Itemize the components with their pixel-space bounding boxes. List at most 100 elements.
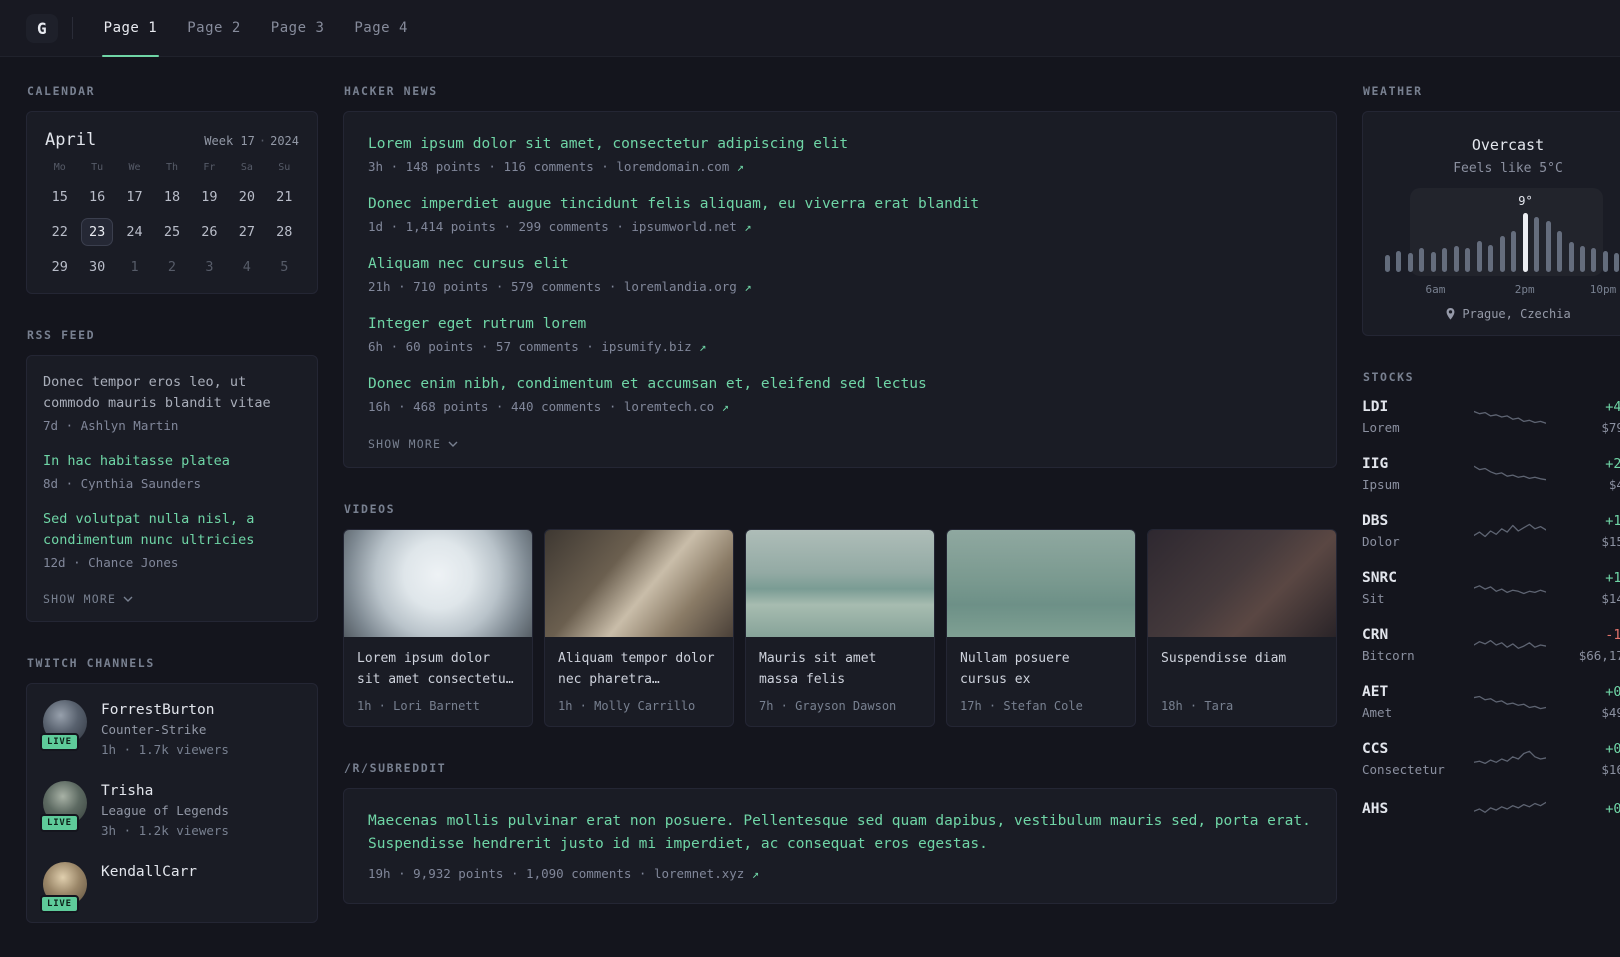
calendar-week-year: Week 17 · 2024 (204, 134, 299, 148)
stock-ticker: AHS (1362, 800, 1389, 817)
stock-row[interactable]: CCS Consectetur +0.51% $165.84 (1362, 739, 1620, 779)
weather-bar (1465, 248, 1471, 272)
twitch-channel[interactable]: LIVE KendallCarr (40, 862, 301, 913)
stock-price: $42.04 (1608, 477, 1620, 492)
weather-bar (1396, 251, 1402, 272)
rss-item-link[interactable]: Donec tempor eros leo, ut commodo mauris… (43, 372, 301, 414)
stock-price: $795.18 (1601, 420, 1620, 435)
video-title-link[interactable]: Aliquam tempor dolor nec pharetra… (558, 648, 720, 690)
calendar-day[interactable]: 27 (231, 218, 262, 246)
stock-row[interactable]: CRN Bitcorn -1.00% $66,171.48 (1362, 625, 1620, 665)
tab-page-2[interactable]: Page 2 (172, 0, 256, 56)
channel-name-link[interactable]: ForrestBurton (101, 700, 229, 720)
hn-meta-text: 16h · 468 points · 440 comments · (368, 399, 617, 414)
stock-row[interactable]: LDI Lorem +4.35% $795.18 (1362, 397, 1620, 437)
calendar-day[interactable]: 3 (194, 253, 225, 281)
hn-domain-link[interactable]: loremtech.co ↗ (624, 399, 729, 414)
tab-page-4[interactable]: Page 4 (339, 0, 423, 56)
hn-story-link[interactable]: Aliquam nec cursus elit (368, 253, 1312, 275)
video-thumbnail[interactable] (545, 530, 733, 637)
calendar-day[interactable]: 20 (231, 183, 262, 211)
weather-location[interactable]: Prague, Czechia (1379, 307, 1620, 321)
weather-bar (1442, 248, 1448, 272)
calendar-day[interactable]: 4 (231, 253, 262, 281)
channel-name-link[interactable]: Trisha (101, 781, 229, 801)
hn-story-link[interactable]: Donec imperdiet augue tincidunt felis al… (368, 193, 1312, 215)
video-title-link[interactable]: Nullam posuere cursus ex (960, 648, 1122, 690)
calendar-day[interactable]: 18 (156, 183, 187, 211)
hn-meta: 3h · 148 points · 116 comments · loremdo… (368, 158, 1312, 176)
calendar-day[interactable]: 30 (81, 253, 112, 281)
weather-bar (1476, 241, 1482, 272)
app-logo[interactable]: G (26, 13, 58, 43)
calendar-day[interactable]: 22 (44, 218, 75, 246)
hn-item: Lorem ipsum dolor sit amet, consectetur … (368, 133, 1312, 176)
calendar-day[interactable]: 21 (269, 183, 300, 211)
video-thumbnail[interactable] (1148, 530, 1336, 637)
calendar-day[interactable]: 16 (81, 183, 112, 211)
stock-sparkline (1458, 461, 1562, 487)
calendar-day[interactable]: 17 (119, 183, 150, 211)
rss-item-meta: 8d · Cynthia Saunders (43, 476, 202, 491)
rss-item-link[interactable]: In hac habitasse platea (43, 451, 301, 472)
weather-section-title: WEATHER (1363, 84, 1423, 98)
reddit-post-link[interactable]: Maecenas mollis pulvinar erat non posuer… (368, 810, 1312, 856)
stock-sparkline (1458, 746, 1562, 772)
calendar-day[interactable]: 5 (269, 253, 300, 281)
stock-row[interactable]: AET Amet +0.92% $499.72 (1362, 682, 1620, 722)
calendar-day[interactable]: 2 (156, 253, 187, 281)
weather-bar (1568, 242, 1574, 272)
channel-name-link[interactable]: KendallCarr (101, 862, 197, 882)
hn-meta: 6h · 60 points · 57 comments · ipsumify.… (368, 338, 1312, 356)
calendar-day[interactable]: 26 (194, 218, 225, 246)
hn-domain-link[interactable]: ipsumify.biz ↗ (601, 339, 706, 354)
calendar-day-selected[interactable]: 23 (81, 218, 113, 246)
hn-story-link[interactable]: Lorem ipsum dolor sit amet, consectetur … (368, 133, 1312, 155)
video-thumbnail[interactable] (746, 530, 934, 637)
calendar-day-header: We (128, 162, 141, 173)
right-column: WEATHER Overcast Feels like 5°C 9° 6am 2p… (1362, 84, 1620, 856)
video-title-link[interactable]: Lorem ipsum dolor sit amet consectetu… (357, 648, 519, 690)
videos-section-title: VIDEOS (344, 502, 396, 516)
stock-change: +1.42% (1605, 513, 1620, 529)
twitch-channel[interactable]: LIVE Trisha League of Legends 3h · 1.2k … (40, 781, 301, 840)
calendar-day[interactable]: 28 (269, 218, 300, 246)
weather-time-label: 10pm (1589, 283, 1617, 296)
stock-change: +0.51% (1605, 741, 1620, 757)
rss-show-more-button[interactable]: SHOW MORE (43, 592, 133, 606)
calendar-day[interactable]: 19 (194, 183, 225, 211)
tab-page-3[interactable]: Page 3 (256, 0, 340, 56)
video-title-link[interactable]: Mauris sit amet massa felis (759, 648, 921, 690)
stock-row[interactable]: AHS +0.46% (1362, 796, 1620, 822)
hn-story-link[interactable]: Integer eget rutrum lorem (368, 313, 1312, 335)
video-title-link[interactable]: Suspendisse diam (1161, 648, 1323, 690)
video-thumbnail[interactable] (344, 530, 532, 637)
calendar-day[interactable]: 25 (156, 218, 187, 246)
calendar-day[interactable]: 29 (44, 253, 75, 281)
video-thumbnail[interactable] (947, 530, 1135, 637)
calendar-section-title: CALENDAR (27, 84, 96, 98)
stock-row[interactable]: SNRC Sit +1.36% $148.64 (1362, 568, 1620, 608)
twitch-channel[interactable]: LIVE ForrestBurton Counter-Strike 1h · 1… (40, 700, 301, 759)
tab-page-1[interactable]: Page 1 (89, 0, 173, 57)
channel-game[interactable]: League of Legends (101, 801, 229, 821)
hn-domain-link[interactable]: ipsumworld.net ↗ (631, 219, 751, 234)
weather-bar (1534, 217, 1540, 272)
hn-domain-link[interactable]: loremdomain.com ↗ (616, 159, 744, 174)
hn-domain-link[interactable]: loremlandia.org ↗ (624, 279, 752, 294)
live-badge: LIVE (40, 814, 79, 832)
weather-bar (1453, 246, 1459, 272)
calendar-day[interactable]: 15 (44, 183, 75, 211)
channel-game[interactable]: Counter-Strike (101, 720, 229, 740)
stock-row[interactable]: IIG Ipsum +2.84% $42.04 (1362, 454, 1620, 494)
hn-show-more-button[interactable]: SHOW MORE (368, 437, 458, 451)
calendar-day[interactable]: 1 (119, 253, 150, 281)
hn-story-link[interactable]: Donec enim nibh, condimentum et accumsan… (368, 373, 1312, 395)
stock-change: +0.92% (1605, 684, 1620, 700)
hn-item: Donec enim nibh, condimentum et accumsan… (368, 373, 1312, 416)
rss-item-link[interactable]: Sed volutpat nulla nisl, a condimentum n… (43, 509, 301, 551)
reddit-domain-link[interactable]: loremnet.xyz ↗ (654, 866, 759, 881)
stock-row[interactable]: DBS Dolor +1.42% $156.28 (1362, 511, 1620, 551)
stock-name: Lorem (1362, 420, 1400, 435)
calendar-day[interactable]: 24 (119, 218, 150, 246)
